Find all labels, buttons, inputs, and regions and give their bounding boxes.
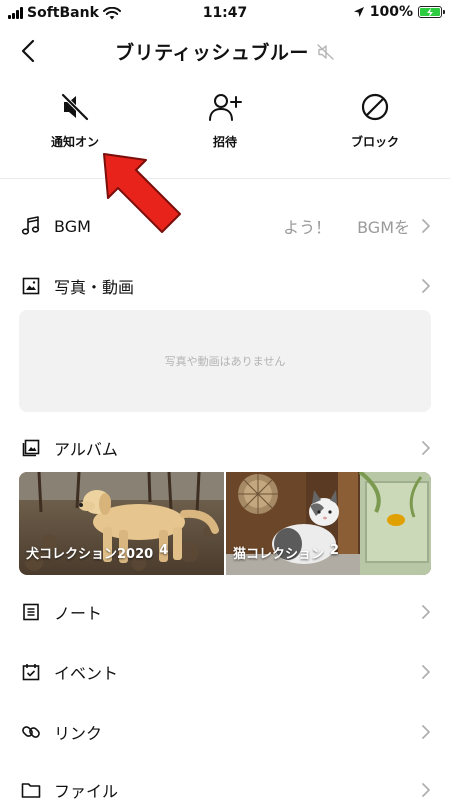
- album-list: 犬コレクション2020 4 猫コレクション 2: [19, 472, 431, 575]
- photos-empty-state: 写真や動画はありません: [19, 310, 431, 412]
- bgm-text-1: よう！: [283, 218, 332, 237]
- photos-empty-text: 写真や動画はありません: [164, 355, 286, 368]
- album-caption: 犬コレクション2020 4: [26, 543, 168, 562]
- album-label: アルバム: [54, 440, 118, 459]
- event-label: イベント: [54, 664, 119, 683]
- page-title: ブリティッシュブルー: [115, 42, 309, 64]
- notification-on-button[interactable]: 通知オン: [20, 86, 130, 150]
- album-count: 4: [159, 543, 169, 558]
- header: ブリティッシュブルー: [0, 26, 450, 76]
- photos-row[interactable]: 写真・動画: [0, 266, 450, 306]
- divider: [0, 178, 450, 179]
- album-icon: [22, 439, 40, 457]
- event-row[interactable]: イベント: [0, 652, 450, 692]
- red-arrow-annotation: [103, 153, 181, 233]
- block-label: ブロック: [350, 135, 399, 149]
- album-card-dog[interactable]: 犬コレクション2020 4: [19, 472, 224, 575]
- file-label: ファイル: [54, 782, 119, 800]
- chevron-right-icon: [422, 441, 430, 455]
- block-icon: [361, 93, 389, 121]
- bgm-row[interactable]: BGM よう！ BGMを: [0, 206, 450, 246]
- block-button[interactable]: ブロック: [320, 86, 430, 150]
- note-row[interactable]: ノート: [0, 592, 450, 632]
- speaker-muted-icon: [317, 43, 334, 60]
- chevron-right-icon: [422, 665, 430, 679]
- battery-charging-icon: [418, 6, 445, 18]
- status-right: 100%: [353, 4, 445, 20]
- invite-label: 招待: [212, 135, 237, 149]
- album-title: 猫コレクション: [233, 547, 325, 562]
- action-bar: 通知オン 招待 ブロック: [0, 86, 450, 166]
- bgm-current: よう！ BGMを: [283, 214, 410, 238]
- album-title: 犬コレクション2020: [26, 547, 154, 562]
- chevron-right-icon: [422, 279, 430, 293]
- location-icon: [353, 7, 364, 17]
- note-icon: [23, 603, 39, 621]
- folder-icon: [21, 783, 41, 798]
- photos-label: 写真・動画: [54, 278, 135, 297]
- title-group: ブリティッシュブルー: [0, 38, 450, 65]
- link-label: リンク: [54, 724, 103, 743]
- invite-button[interactable]: 招待: [170, 86, 280, 150]
- photo-icon: [22, 277, 40, 295]
- status-bar: SoftBank 11:47 100%: [0, 0, 450, 26]
- chevron-right-icon: [422, 605, 430, 619]
- battery-percent: 100%: [369, 4, 413, 20]
- album-count: 2: [330, 543, 340, 558]
- music-note-icon: [21, 216, 40, 235]
- calendar-icon: [22, 664, 40, 681]
- note-label: ノート: [54, 604, 103, 623]
- bgm-label: BGM: [54, 216, 91, 236]
- album-row[interactable]: アルバム: [0, 428, 450, 468]
- link-icon: [22, 726, 40, 738]
- album-caption: 猫コレクション 2: [233, 543, 339, 562]
- bgm-text-2: BGMを: [357, 218, 410, 237]
- add-person-icon: [209, 94, 242, 121]
- chevron-right-icon: [422, 219, 430, 233]
- link-row[interactable]: リンク: [0, 712, 450, 752]
- speaker-muted-icon: [61, 93, 89, 121]
- file-row[interactable]: ファイル: [0, 770, 450, 800]
- album-card-cat[interactable]: 猫コレクション 2: [226, 472, 431, 575]
- chevron-right-icon: [422, 783, 430, 797]
- chevron-right-icon: [422, 725, 430, 739]
